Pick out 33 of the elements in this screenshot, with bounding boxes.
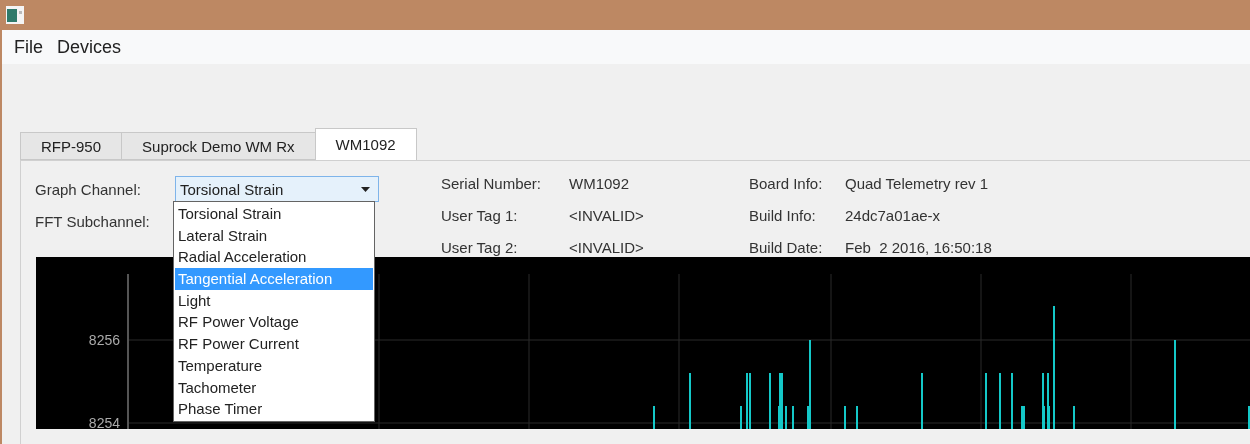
info-value: Quad Telemetry rev 1 <box>845 175 990 192</box>
field-label: Graph Channel: <box>35 180 142 198</box>
info-value: 24dc7a01ae-x <box>845 207 942 224</box>
app-icon <box>6 6 24 24</box>
tab[interactable]: RFP-950 <box>20 132 123 160</box>
caret-icon <box>361 186 370 192</box>
info-label: Build Info: <box>749 207 817 224</box>
tab[interactable]: Suprock Demo WM Rx <box>121 132 316 160</box>
dropdown-option[interactable]: RF Power Voltage <box>175 311 373 334</box>
dropdown-option[interactable]: Light <box>175 289 373 312</box>
info-value: <INVALID> <box>569 207 645 224</box>
info-label: Board Info: <box>749 175 824 192</box>
info-label: Serial Number: <box>441 175 543 192</box>
info-value: WM1092 <box>569 175 631 192</box>
info-label: User Tag 2: <box>441 239 519 256</box>
channel-dropdown[interactable]: Torsional Strain <box>175 176 379 202</box>
dropdown-option[interactable]: Phase Timer <box>175 398 373 420</box>
dropdown-option[interactable]: Tachometer <box>175 376 373 399</box>
field-label: FFT Subchannel: <box>35 212 151 230</box>
dropdown-option[interactable]: RF Power Current <box>175 333 373 355</box>
tick-label: 8256 <box>88 332 120 348</box>
dropdown-option[interactable]: Lateral Strain <box>175 224 373 247</box>
menu-item[interactable]: Devices <box>51 36 128 58</box>
dropdown-option[interactable]: Temperature <box>175 354 373 377</box>
tab[interactable]: WM1092 <box>314 128 417 160</box>
tick-label: 8254 <box>88 415 120 429</box>
info-label: User Tag 1: <box>441 207 519 224</box>
info-value: Feb 2 2016, 16:50:18 <box>845 239 993 256</box>
dropdown-option[interactable]: Radial Acceleration <box>175 246 373 269</box>
menu-item[interactable]: File <box>8 36 49 58</box>
info-label: Build Date: <box>749 239 824 256</box>
dropdown-option[interactable]: Torsional Strain <box>175 203 373 225</box>
info-value: <INVALID> <box>569 239 645 256</box>
